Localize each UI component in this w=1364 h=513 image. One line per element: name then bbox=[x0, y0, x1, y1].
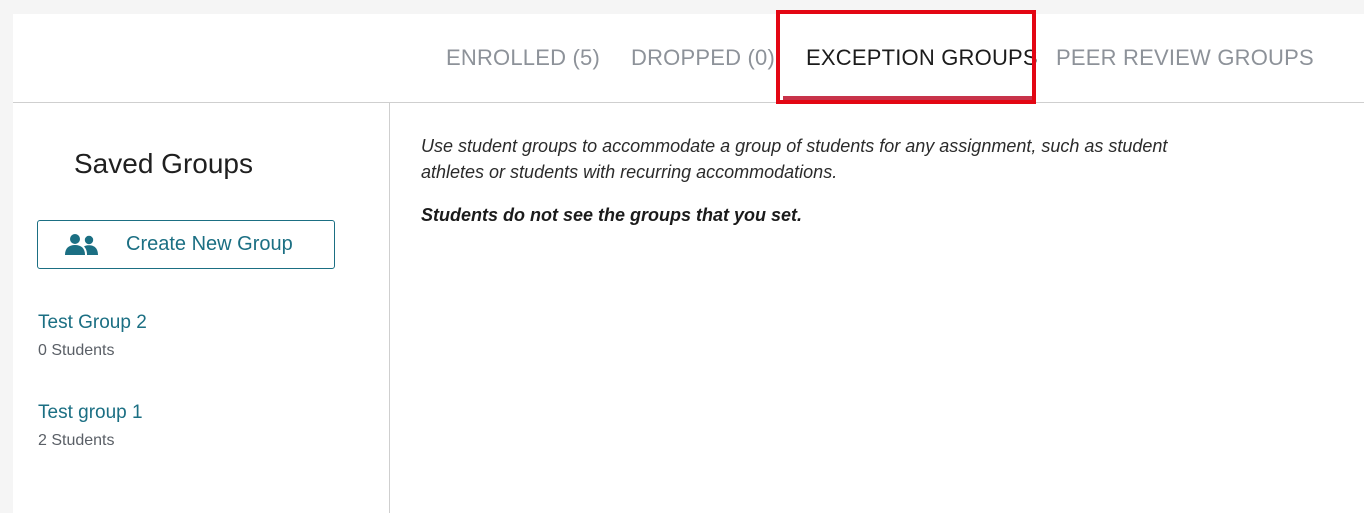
group-student-count: 2 Students bbox=[38, 432, 115, 449]
saved-groups-sidebar: Saved Groups Create New Group Test Group… bbox=[13, 103, 390, 513]
intro-text: Use student groups to accommodate a grou… bbox=[421, 136, 1168, 182]
tab-bar: ENROLLED (5) DROPPED (0) EXCEPTION GROUP… bbox=[13, 10, 1364, 104]
create-new-group-button[interactable]: Create New Group bbox=[37, 220, 335, 269]
group-link[interactable]: Test Group 2 bbox=[38, 312, 147, 334]
group-item: Test Group 2 0 Students bbox=[38, 312, 147, 360]
create-new-group-label: Create New Group bbox=[126, 233, 293, 255]
group-link[interactable]: Test group 1 bbox=[38, 402, 143, 424]
highlight-annotation bbox=[776, 10, 1036, 104]
group-icon bbox=[64, 233, 100, 257]
main-content: Use student groups to accommodate a grou… bbox=[421, 133, 1201, 226]
sidebar-title: Saved Groups bbox=[74, 148, 253, 179]
tab-enrolled[interactable]: ENROLLED (5) bbox=[446, 45, 600, 71]
page-frame: ENROLLED (5) DROPPED (0) EXCEPTION GROUP… bbox=[13, 10, 1364, 513]
visibility-note: Students do not see the groups that you … bbox=[421, 205, 803, 225]
tab-dropped[interactable]: DROPPED (0) bbox=[631, 45, 775, 71]
group-student-count: 0 Students bbox=[38, 342, 115, 359]
group-item: Test group 1 2 Students bbox=[38, 402, 143, 450]
tab-peer-review-groups[interactable]: PEER REVIEW GROUPS bbox=[1056, 45, 1314, 71]
